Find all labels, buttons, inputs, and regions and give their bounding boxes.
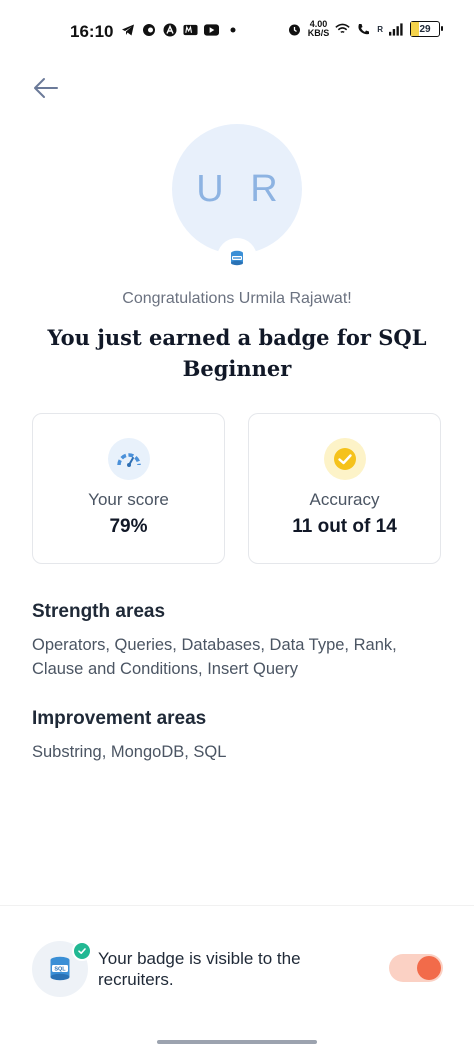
wifi-call-icon [356, 22, 371, 37]
notification-icons [120, 22, 240, 37]
strength-areas-list: Operators, Queries, Databases, Data Type… [32, 636, 397, 678]
home-indicator[interactable] [157, 1040, 317, 1044]
badge-headline: You just earned a badge for SQL Beginner [47, 325, 427, 381]
accuracy-card: Accuracy 11 out of 14 [248, 413, 441, 564]
arrow-left-icon [34, 78, 58, 98]
score-card: Your score 79% [32, 413, 225, 564]
badge-visibility-toggle[interactable] [389, 954, 443, 982]
signal-icon [389, 22, 404, 37]
app-icon [162, 22, 177, 37]
footer-divider [0, 905, 474, 906]
status-time: 16:10 [70, 22, 114, 41]
accuracy-label: Accuracy [309, 490, 380, 509]
alarm-icon [287, 22, 302, 37]
check-circle-icon [334, 448, 356, 470]
wifi-icon [335, 22, 350, 37]
battery-level [411, 22, 420, 36]
sql-database-icon: SQL [50, 956, 70, 981]
app-icon [141, 22, 156, 37]
avatar: U R [172, 124, 302, 254]
sql-badge [217, 238, 257, 278]
myntra-icon [183, 22, 198, 37]
score-label: Your score [88, 490, 169, 509]
net-speed: 4.00 KB/S [307, 19, 330, 38]
verified-check-icon [72, 941, 92, 961]
back-button[interactable] [30, 74, 62, 102]
svg-text:SQL: SQL [54, 967, 66, 973]
accuracy-icon-wrap [324, 438, 366, 480]
badge-visibility-text: Your badge is visible to the recruiters. [98, 949, 301, 989]
status-bar: 16:10 4.00 KB/S R 29 [0, 0, 474, 62]
sql-database-icon [231, 250, 243, 266]
telegram-icon [120, 22, 135, 37]
score-value: 79% [109, 516, 148, 537]
system-icons: 4.00 KB/S R 29 [287, 19, 443, 38]
dot-icon [225, 22, 240, 37]
signal-label: R [377, 24, 383, 34]
congratulations-text: Congratulations Urmila Rajawat! [122, 290, 352, 307]
improvement-areas-title: Improvement areas [32, 708, 207, 729]
avatar-initials: U R [196, 167, 286, 210]
improvement-areas-list: Substring, MongoDB, SQL [32, 743, 227, 761]
accuracy-value: 11 out of 14 [292, 516, 397, 537]
toggle-knob [417, 956, 441, 980]
youtube-icon [204, 22, 219, 37]
score-icon-wrap [108, 438, 150, 480]
strength-areas-title: Strength areas [32, 601, 166, 622]
battery-indicator: 29 [410, 21, 443, 37]
speedometer-icon [117, 453, 141, 467]
